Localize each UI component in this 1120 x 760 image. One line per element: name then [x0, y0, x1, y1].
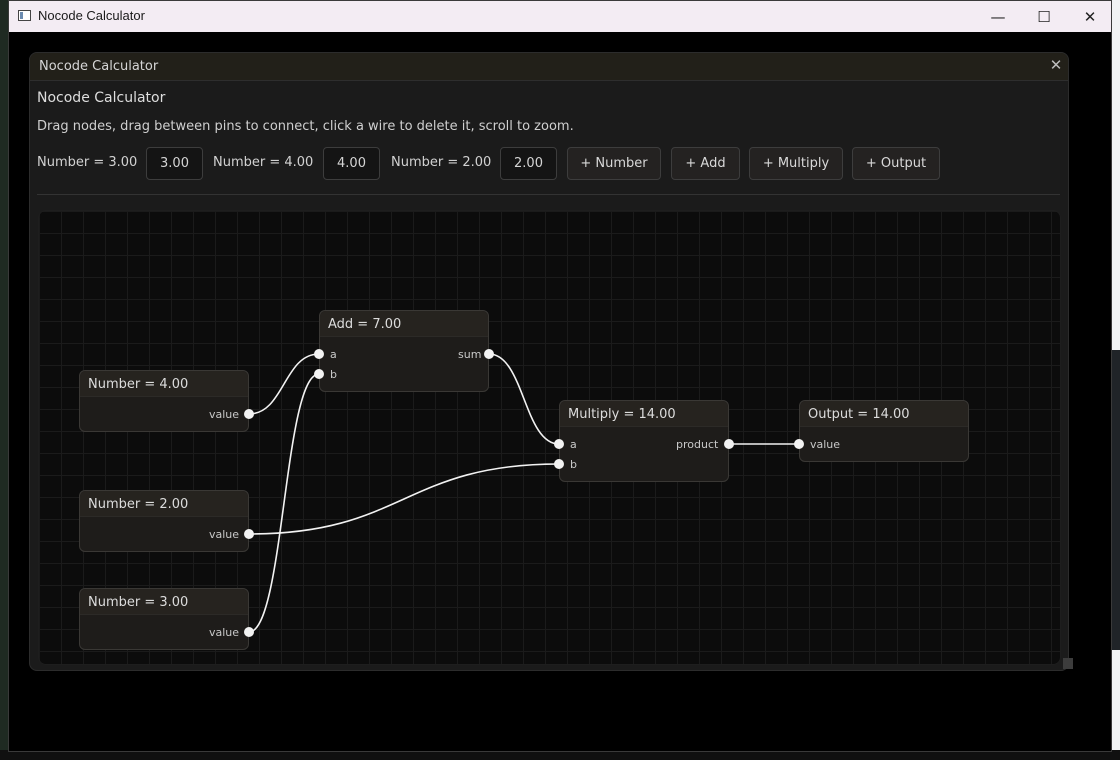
node-multiply[interactable]: Multiply = 14.00 a b product: [559, 400, 729, 482]
node-add[interactable]: Add = 7.00 a b sum: [319, 310, 489, 392]
toolbar-divider: [37, 194, 1060, 195]
help-text: Drag nodes, drag between pins to connect…: [37, 119, 574, 134]
panel-resize-grip[interactable]: [1063, 658, 1073, 669]
input-pin-add-b[interactable]: [314, 369, 324, 379]
node-title: Output = 14.00: [800, 401, 968, 427]
pin-label-value: value: [209, 408, 240, 421]
number-field-1[interactable]: 3.00: [146, 147, 203, 180]
input-pin-add-a[interactable]: [314, 349, 324, 359]
window-app-icon: [18, 10, 31, 21]
number-field-2[interactable]: 4.00: [323, 147, 380, 180]
maximize-button[interactable]: ☐: [1021, 1, 1067, 32]
output-pin-number-2[interactable]: [244, 529, 254, 539]
node-title: Add = 7.00: [320, 311, 488, 337]
pin-label-b: b: [570, 458, 577, 471]
input-pin-multiply-b[interactable]: [554, 459, 564, 469]
node-number-3[interactable]: Number = 3.00 value: [79, 588, 249, 650]
pin-label-b: b: [330, 368, 337, 381]
output-pin-number-3[interactable]: [244, 627, 254, 637]
input-pin-multiply-a[interactable]: [554, 439, 564, 449]
number-field-3[interactable]: 2.00: [500, 147, 557, 180]
node-graph-canvas[interactable]: Number = 4.00 value Number = 2.00 value …: [38, 210, 1061, 665]
window-title: Nocode Calculator: [38, 8, 145, 23]
number-label-2: Number = 4.00: [213, 155, 314, 170]
pin-label-a: a: [330, 348, 337, 361]
wire-add-sum-to-multiply-a[interactable]: [488, 353, 560, 445]
add-add-node-button[interactable]: + Add: [671, 147, 740, 180]
panel-header[interactable]: Nocode Calculator ✕: [30, 53, 1068, 81]
pin-label-product: product: [676, 438, 719, 451]
pin-label-sum: sum: [458, 348, 482, 361]
node-output[interactable]: Output = 14.00 value: [799, 400, 969, 462]
minimize-button[interactable]: —: [975, 1, 1021, 32]
add-number-button[interactable]: + Number: [567, 147, 661, 180]
node-number-4[interactable]: Number = 4.00 value: [79, 370, 249, 432]
desktop-background-left: [0, 0, 8, 760]
add-output-button[interactable]: + Output: [852, 147, 940, 180]
number-label-1: Number = 3.00: [37, 155, 138, 170]
output-pin-add-sum[interactable]: [484, 349, 494, 359]
panel-close-icon[interactable]: ✕: [1048, 56, 1064, 74]
node-title: Number = 4.00: [80, 371, 248, 397]
number-label-3: Number = 2.00: [391, 155, 492, 170]
app-window: Nocode Calculator — ☐ ✕ Nocode Calculato…: [8, 0, 1112, 752]
window-titlebar[interactable]: Nocode Calculator — ☐ ✕: [9, 1, 1111, 32]
pin-label-a: a: [570, 438, 577, 451]
background-window-strip: [1112, 350, 1120, 650]
app-heading: Nocode Calculator: [37, 90, 166, 106]
calculator-panel: Nocode Calculator ✕ Nocode Calculator Dr…: [29, 52, 1069, 671]
pin-label-value: value: [810, 438, 841, 451]
panel-title: Nocode Calculator: [39, 59, 159, 74]
wire-number2-to-multiply-b[interactable]: [248, 463, 560, 535]
input-pin-output-value[interactable]: [794, 439, 804, 449]
node-number-2[interactable]: Number = 2.00 value: [79, 490, 249, 552]
close-window-button[interactable]: ✕: [1067, 1, 1113, 32]
node-title: Number = 3.00: [80, 589, 248, 615]
add-multiply-button[interactable]: + Multiply: [749, 147, 843, 180]
output-pin-number-4[interactable]: [244, 409, 254, 419]
node-title: Number = 2.00: [80, 491, 248, 517]
pin-label-value: value: [209, 626, 240, 639]
output-pin-multiply-product[interactable]: [724, 439, 734, 449]
node-title: Multiply = 14.00: [560, 401, 728, 427]
pin-label-value: value: [209, 528, 240, 541]
